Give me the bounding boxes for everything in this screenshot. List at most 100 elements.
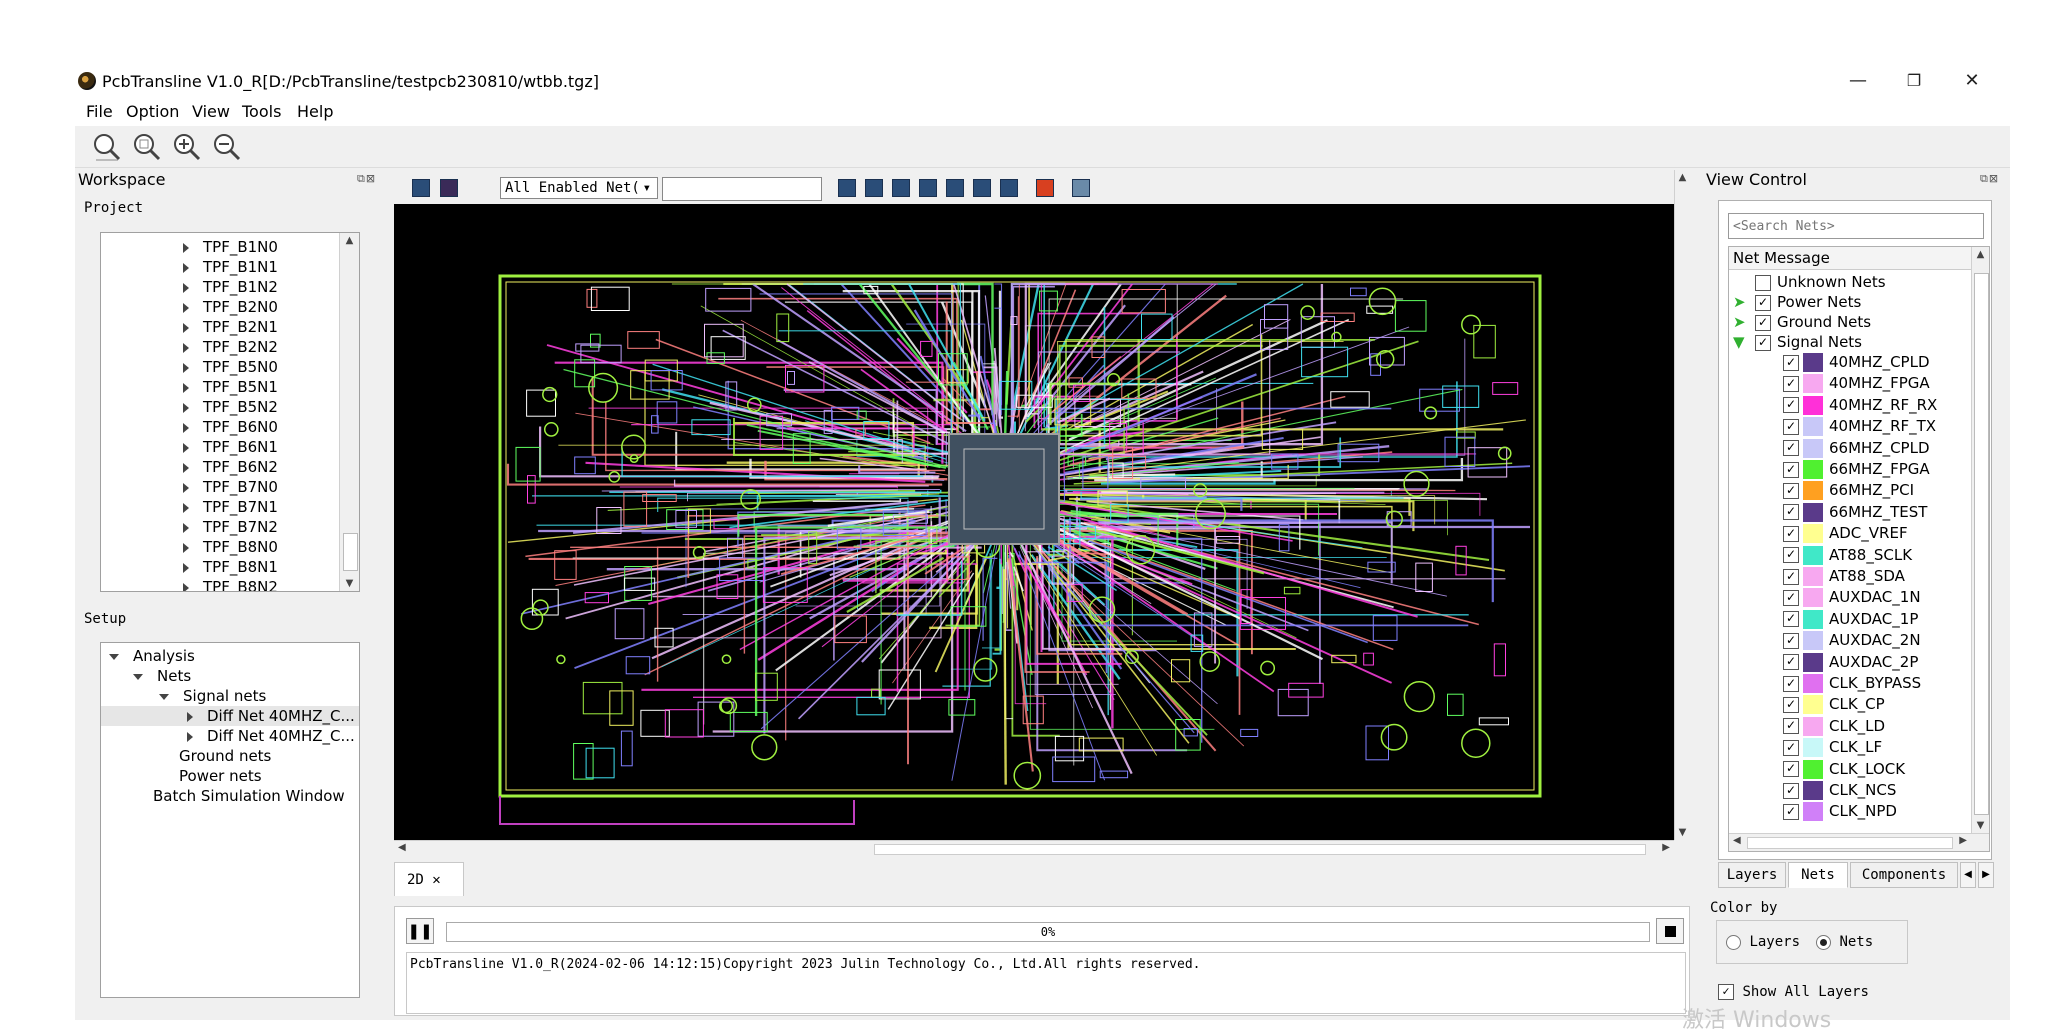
close-tab-icon[interactable]: ✕ — [432, 872, 440, 888]
menu-option[interactable]: Option — [126, 102, 179, 121]
signal-net-row[interactable]: ✓ AUXDAC_1P — [1783, 608, 1918, 630]
net-color-swatch[interactable] — [1803, 652, 1823, 672]
project-scrollbar[interactable]: ▲ ▼ — [339, 233, 359, 591]
signal-net-checkbox[interactable]: ✓ — [1783, 525, 1799, 542]
project-item[interactable]: TPF_B5N0 — [183, 357, 278, 377]
collapsed-arrow-icon[interactable]: ➤ — [1733, 311, 1755, 333]
net-group-row[interactable]: Unknown Nets — [1733, 271, 1886, 293]
menu-view[interactable]: View — [192, 102, 230, 121]
menu-tools[interactable]: Tools — [242, 102, 281, 121]
net-color-swatch[interactable] — [1803, 395, 1823, 415]
tool-icon-8[interactable] — [1036, 179, 1054, 197]
close-button[interactable]: ✕ — [1952, 66, 1992, 96]
signal-net-row[interactable]: ✓ 40MHZ_RF_TX — [1783, 415, 1936, 437]
signal-net-checkbox[interactable]: ✓ — [1783, 654, 1799, 671]
signal-net-checkbox[interactable]: ✓ — [1783, 568, 1799, 585]
tree-batch-simulation[interactable]: Batch Simulation Window — [153, 786, 345, 806]
pcb-layout-render[interactable] — [394, 204, 1674, 840]
signal-net-row[interactable]: ✓ CLK_NCS — [1783, 779, 1896, 801]
signal-net-checkbox[interactable]: ✓ — [1783, 739, 1799, 756]
net-list-hscroll[interactable]: ◀ ▶ — [1729, 833, 1989, 851]
net-filter-select[interactable]: All Enabled Net(▾ — [500, 177, 658, 199]
signal-net-row[interactable]: ✓ 40MHZ_RF_RX — [1783, 394, 1937, 416]
signal-net-row[interactable]: ✓ 40MHZ_CPLD — [1783, 351, 1930, 373]
tool-icon-5[interactable] — [946, 179, 964, 197]
net-color-swatch[interactable] — [1803, 695, 1823, 715]
project-item[interactable]: TPF_B7N0 — [183, 477, 278, 497]
net-filter-input[interactable] — [662, 177, 822, 201]
project-item[interactable]: TPF_B1N0 — [183, 237, 278, 257]
signal-net-row[interactable]: ✓ AUXDAC_2N — [1783, 629, 1921, 651]
signal-net-checkbox[interactable]: ✓ — [1783, 397, 1799, 414]
signal-net-row[interactable]: ✓ 66MHZ_CPLD — [1783, 437, 1930, 459]
signal-net-checkbox[interactable]: ✓ — [1783, 418, 1799, 435]
project-item[interactable]: TPF_B5N2 — [183, 397, 278, 417]
signal-net-checkbox[interactable]: ✓ — [1783, 354, 1799, 371]
tool-icon-2[interactable] — [865, 179, 883, 197]
project-item[interactable]: TPF_B1N1 — [183, 257, 278, 277]
signal-net-checkbox[interactable]: ✓ — [1783, 696, 1799, 713]
net-color-swatch[interactable] — [1803, 374, 1823, 394]
pause-button[interactable]: ❚❚ — [406, 918, 434, 944]
signal-net-row[interactable]: ✓ 66MHZ_TEST — [1783, 501, 1927, 523]
tree-diff-net-selected[interactable]: Diff Net 40MHZ_C... — [101, 706, 359, 726]
signal-net-checkbox[interactable]: ✓ — [1783, 803, 1799, 820]
net-group-checkbox[interactable]: ✓ — [1755, 294, 1771, 311]
signal-net-checkbox[interactable]: ✓ — [1783, 482, 1799, 499]
net-color-swatch[interactable] — [1803, 567, 1823, 586]
project-scroll-thumb[interactable] — [343, 533, 358, 571]
project-item[interactable]: TPF_B2N1 — [183, 317, 278, 337]
stop-button[interactable] — [1656, 918, 1684, 944]
tab-2d[interactable]: 2D ✕ — [394, 862, 464, 896]
radio-nets[interactable]: Nets — [1816, 934, 1873, 950]
zoom-fit-icon[interactable] — [92, 132, 122, 162]
signal-net-row[interactable]: ✓ 66MHZ_FPGA — [1783, 458, 1930, 480]
project-tree[interactable]: TPF_B1N0 TPF_B1N1 TPF_B1N2 TPF_B2N0 TPF_… — [100, 232, 360, 592]
signal-net-row[interactable]: ✓ CLK_LD — [1783, 715, 1885, 737]
project-item[interactable]: TPF_B8N2 — [183, 577, 278, 591]
zoom-out-icon[interactable] — [212, 132, 242, 162]
expanded-arrow-icon[interactable]: ▼ — [1733, 331, 1755, 353]
tool-icon-4[interactable] — [919, 179, 937, 197]
net-color-swatch[interactable] — [1803, 781, 1823, 800]
canvas-vscroll[interactable]: ▲ ▼ — [1674, 170, 1690, 840]
restore-button[interactable]: ❐ — [1894, 66, 1934, 96]
project-item[interactable]: TPF_B7N2 — [183, 517, 278, 537]
net-color-swatch[interactable] — [1803, 545, 1823, 565]
net-color-swatch[interactable] — [1803, 481, 1823, 501]
signal-net-row[interactable]: ✓ AT88_SDA — [1783, 565, 1905, 587]
net-group-row[interactable]: ➤ ✓ Ground Nets — [1733, 311, 1871, 333]
net-color-swatch[interactable] — [1803, 524, 1823, 544]
project-item[interactable]: TPF_B6N1 — [183, 437, 278, 457]
tree-signal-nets[interactable]: Signal nets — [159, 686, 266, 706]
view-control-dock-buttons[interactable]: ⧉⊠ — [1980, 172, 1999, 186]
signal-net-row[interactable]: ✓ CLK_NPD — [1783, 800, 1897, 822]
project-item[interactable]: TPF_B8N0 — [183, 537, 278, 557]
tool-icon-7[interactable] — [1000, 179, 1018, 197]
canvas-hscroll-thumb[interactable] — [874, 844, 1646, 855]
net-color-swatch[interactable] — [1803, 716, 1823, 736]
net-color-swatch[interactable] — [1803, 674, 1823, 693]
net-group-checkbox[interactable] — [1755, 274, 1771, 291]
layer-view-icon[interactable] — [412, 179, 430, 197]
project-item[interactable]: TPF_B8N1 — [183, 557, 278, 577]
signal-net-checkbox[interactable]: ✓ — [1783, 375, 1799, 392]
net-color-swatch[interactable] — [1803, 802, 1823, 822]
signal-net-checkbox[interactable]: ✓ — [1783, 504, 1799, 521]
signal-net-checkbox[interactable]: ✓ — [1783, 547, 1799, 564]
net-color-swatch[interactable] — [1803, 460, 1823, 479]
signal-net-checkbox[interactable]: ✓ — [1783, 611, 1799, 628]
signal-net-row[interactable]: ✓ AUXDAC_2P — [1783, 651, 1918, 673]
signal-net-checkbox[interactable]: ✓ — [1783, 761, 1799, 778]
menu-help[interactable]: Help — [297, 102, 333, 121]
tool-icon-9[interactable] — [1072, 179, 1090, 197]
net-color-swatch[interactable] — [1803, 759, 1823, 779]
signal-net-row[interactable]: ✓ CLK_LOCK — [1783, 758, 1905, 780]
net-view-icon[interactable] — [440, 179, 458, 197]
net-list-vscroll[interactable]: ▲ ▼ — [1971, 247, 1989, 833]
tool-icon-1[interactable] — [838, 179, 856, 197]
project-item[interactable]: TPF_B2N2 — [183, 337, 278, 357]
search-nets-input[interactable] — [1728, 213, 1984, 239]
tree-nets[interactable]: Nets — [133, 666, 191, 686]
project-item[interactable]: TPF_B1N2 — [183, 277, 278, 297]
